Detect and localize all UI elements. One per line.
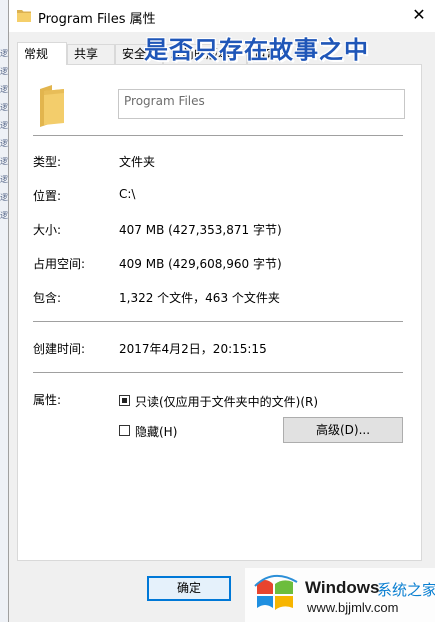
- size-label: 大小:: [33, 223, 62, 237]
- strip-glyph: 逻: [0, 121, 8, 130]
- strip-glyph: 逻: [0, 103, 8, 112]
- type-label: 类型:: [33, 155, 62, 169]
- separator: [33, 135, 403, 136]
- location-label: 位置:: [33, 189, 62, 203]
- strip-glyph: 逻: [0, 67, 8, 76]
- folder-name-input[interactable]: Program Files: [118, 89, 405, 119]
- ok-button[interactable]: 确定: [147, 576, 231, 601]
- watermark-brand: Windows: [305, 578, 380, 597]
- readonly-checkbox-label[interactable]: 只读(仅应用于文件夹中的文件)(R): [135, 393, 318, 410]
- window-title: Program Files 属性: [38, 12, 156, 27]
- location-value: C:\: [119, 187, 136, 201]
- properties-dialog: Program Files 属性 ✕ 常规 共享 安全 以前的版本 自定义 是否…: [8, 0, 435, 622]
- folder-icon: [17, 9, 31, 25]
- type-value: 文件夹: [119, 155, 156, 169]
- created-value: 2017年4月2日，20:15:15: [119, 342, 267, 356]
- strip-glyph: 逻: [0, 175, 8, 184]
- overlay-caption: 是否只存在故事之中: [144, 36, 369, 64]
- separator: [33, 372, 403, 373]
- readonly-checkbox[interactable]: [119, 395, 130, 406]
- general-tab-panel: Program Files 类型: 文件夹 位置: C:\ 大小: 407 MB…: [17, 64, 422, 561]
- watermark-cn: 系统之家: [377, 581, 435, 599]
- watermark-url: www.bjjmlv.com: [307, 600, 399, 615]
- strip-glyph: 逻: [0, 193, 8, 202]
- strip-glyph: 逻: [0, 139, 8, 148]
- strip-glyph: 逻: [0, 211, 8, 220]
- hidden-checkbox-label[interactable]: 隐藏(H): [135, 423, 177, 440]
- size-on-disk-label: 占用空间:: [33, 257, 86, 271]
- strip-glyph: 逻: [0, 85, 8, 94]
- attributes-label: 属性:: [33, 393, 62, 407]
- strip-glyph: 逻: [0, 157, 8, 166]
- tab-sharing[interactable]: 共享: [67, 44, 115, 64]
- site-watermark: Windows 系统之家 www.bjjmlv.com: [245, 568, 435, 622]
- contains-value: 1,322 个文件，463 个文件夹: [119, 291, 280, 305]
- title-bar[interactable]: Program Files 属性 ✕: [9, 0, 435, 32]
- strip-glyph: 逻: [0, 49, 8, 58]
- close-button[interactable]: ✕: [402, 0, 435, 32]
- windows-logo-icon: [253, 572, 299, 619]
- contains-label: 包含:: [33, 291, 62, 305]
- folder-icon: [38, 85, 66, 130]
- hidden-checkbox[interactable]: [119, 425, 130, 436]
- close-icon: ✕: [412, 5, 426, 24]
- advanced-button[interactable]: 高级(D)...: [283, 417, 403, 443]
- separator: [33, 321, 403, 322]
- tab-general[interactable]: 常规: [17, 42, 67, 65]
- size-on-disk-value: 409 MB (429,608,960 字节): [119, 257, 282, 271]
- created-label: 创建时间:: [33, 342, 86, 356]
- size-value: 407 MB (427,353,871 字节): [119, 223, 282, 237]
